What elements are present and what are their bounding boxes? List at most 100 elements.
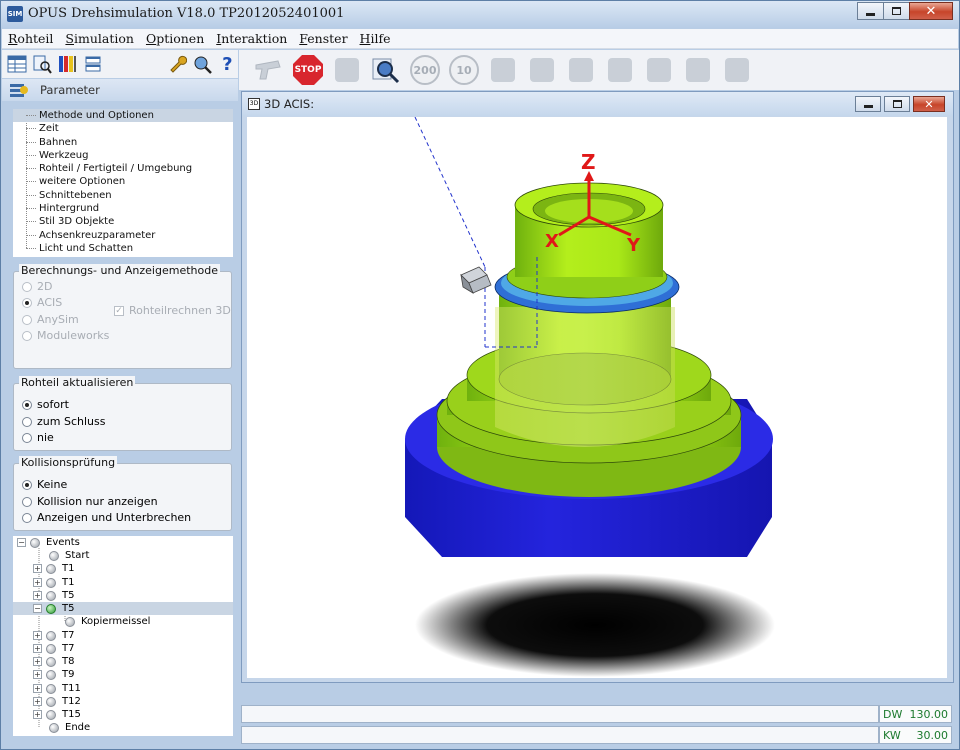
cutting-tool (460, 266, 492, 294)
radio-2d[interactable]: 2D (22, 280, 52, 293)
kw-label: KW (883, 729, 901, 742)
kw-value: 30.00 (916, 729, 949, 742)
tree-item-schnittebenen[interactable]: Schnittebenen (13, 189, 233, 202)
acis-close-button[interactable]: ✕ (913, 96, 945, 112)
stop-icon: STOP (293, 55, 323, 85)
left-toolbar: ? (2, 50, 238, 78)
event-kopiermeissel[interactable]: Kopiermeissel (65, 615, 150, 628)
color-bars-icon[interactable] (57, 53, 78, 75)
event-t1-a[interactable]: + T1 (33, 562, 74, 575)
radio-nie[interactable]: nie (22, 431, 54, 444)
tree-item-hintergrund[interactable]: Hintergrund (13, 202, 233, 215)
wrench-icon[interactable] (166, 53, 187, 75)
acis-title-bar[interactable]: 3D 3D ACIS: ✕ (242, 92, 953, 116)
event-t15[interactable]: + T15 (33, 708, 81, 721)
radio-anysim[interactable]: AnySim (22, 313, 79, 326)
tool-change-icon[interactable] (565, 54, 597, 86)
3d-viewport[interactable]: Z X Y (247, 117, 947, 678)
event-t8[interactable]: + T8 (33, 655, 74, 668)
event-ende[interactable]: Ende (49, 721, 90, 734)
maximize-button[interactable] (883, 2, 910, 20)
step-tool-icon[interactable] (331, 54, 363, 86)
rohteil-update-group: Rohteil aktualisieren sofort zum Schluss… (13, 376, 232, 451)
rohteil-update-title: Rohteil aktualisieren (19, 376, 136, 389)
radio-zum-schluss[interactable]: zum Schluss (22, 415, 105, 428)
events-root[interactable]: − Events (17, 536, 80, 549)
minimize-icon (863, 105, 873, 108)
axis-y-label: Y (626, 235, 641, 256)
event-t7-a[interactable]: + T7 (33, 629, 74, 642)
tree-item-weitere[interactable]: weitere Optionen (13, 175, 233, 188)
pistol-tool-icon[interactable] (253, 54, 285, 86)
calc-method-group: Berechnungs- und Anzeigemethode 2D ACIS … (13, 264, 232, 369)
check-tool-icon[interactable] (487, 54, 519, 86)
windows-icon[interactable] (82, 53, 103, 75)
tree-item-methode[interactable]: Methode und Optionen (13, 109, 233, 123)
event-start[interactable]: Start (49, 549, 89, 562)
search-document-icon[interactable] (31, 53, 52, 75)
tool-next-icon[interactable] (604, 54, 636, 86)
acis-maximize-button[interactable] (884, 96, 910, 112)
maximize-icon (892, 100, 902, 108)
event-t7-b[interactable]: + T7 (33, 642, 74, 655)
dw-label: DW (883, 708, 903, 721)
collision-group: Kollisionsprüfung Keine Kollision nur an… (13, 456, 232, 531)
event-t12[interactable]: + T12 (33, 695, 81, 708)
menu-simulation[interactable]: Simulation (59, 31, 140, 46)
tree-item-licht[interactable]: Licht und Schatten (13, 242, 233, 255)
tree-item-rohteil[interactable]: Rohteil / Fertigteil / Umgebung (13, 162, 233, 175)
event-t9[interactable]: + T9 (33, 668, 74, 681)
user-machine-icon[interactable] (682, 54, 714, 86)
radio-acis[interactable]: ACIS (22, 296, 62, 309)
tree-item-achsenkreuz[interactable]: Achsenkreuzparameter (13, 229, 233, 242)
menu-optionen[interactable]: Optionen (140, 31, 210, 46)
tree-item-werkzeug[interactable]: Werkzeug (13, 149, 233, 162)
menu-fenster[interactable]: Fenster (293, 31, 353, 46)
radio-kollision-anzeigen[interactable]: Kollision nur anzeigen (22, 495, 158, 508)
event-t11[interactable]: + T11 (33, 682, 81, 695)
dw-readout: DW 130.00 (879, 705, 952, 723)
radio-anzeigen-unterbrechen[interactable]: Anzeigen und Unterbrechen (22, 511, 191, 524)
close-icon: ✕ (925, 3, 937, 19)
close-icon: ✕ (924, 97, 934, 111)
axis-z-label: Z (581, 150, 596, 174)
stop-button[interactable]: STOP (292, 54, 324, 86)
help-icon[interactable]: ? (217, 53, 238, 75)
tree-item-bahnen[interactable]: Bahnen (13, 136, 233, 149)
radio-keine[interactable]: Keine (22, 478, 67, 491)
zoom-globe-icon[interactable] (191, 53, 212, 75)
event-t1-b[interactable]: + T1 (33, 576, 74, 589)
menu-interaktion[interactable]: Interaktion (210, 31, 293, 46)
minimize-button[interactable] (857, 2, 884, 20)
axis-x-label: X (545, 231, 559, 252)
maximize-icon (892, 7, 901, 15)
tree-item-zeit[interactable]: Zeit (13, 122, 233, 135)
event-t5-a[interactable]: + T5 (33, 589, 74, 602)
tree-item-stil[interactable]: Stil 3D Objekte (13, 215, 233, 228)
speed-10-button[interactable]: 10 (448, 54, 480, 86)
close-button[interactable]: ✕ (909, 2, 953, 20)
checkbox-rohteilrechnen[interactable]: ✓ Rohteilrechnen 3D (114, 304, 231, 317)
parameter-bar[interactable]: Parameter (2, 79, 238, 101)
exit-door-icon[interactable] (721, 54, 753, 86)
parameter-icon (10, 84, 28, 97)
collision-title: Kollisionsprüfung (19, 456, 118, 469)
status-bar-top (241, 705, 879, 723)
acis-minimize-button[interactable] (855, 96, 881, 112)
table-view-icon[interactable] (6, 53, 27, 75)
main-window: SIM OPUS Drehsimulation V18.0 TP20120524… (0, 0, 960, 750)
menu-rohteil[interactable]: Rohteil (2, 31, 59, 46)
app-icon: SIM (7, 6, 23, 22)
radio-sofort[interactable]: sofort (22, 398, 69, 411)
event-t5-active[interactable]: − T5 (13, 602, 233, 615)
speed-200-button[interactable]: 200 (409, 54, 441, 86)
main-toolbar: STOP 200 10 (239, 50, 959, 90)
window-3d-icon: 3D (248, 98, 260, 110)
filter-tool-icon[interactable] (526, 54, 558, 86)
radio-moduleworks[interactable]: Moduleworks (22, 329, 109, 342)
menu-hilfe[interactable]: Hilfe (354, 31, 397, 46)
minimize-icon (866, 12, 875, 16)
parameter-label: Parameter (40, 83, 100, 97)
magnifier-view-icon[interactable] (370, 54, 402, 86)
machine-icon[interactable] (643, 54, 675, 86)
